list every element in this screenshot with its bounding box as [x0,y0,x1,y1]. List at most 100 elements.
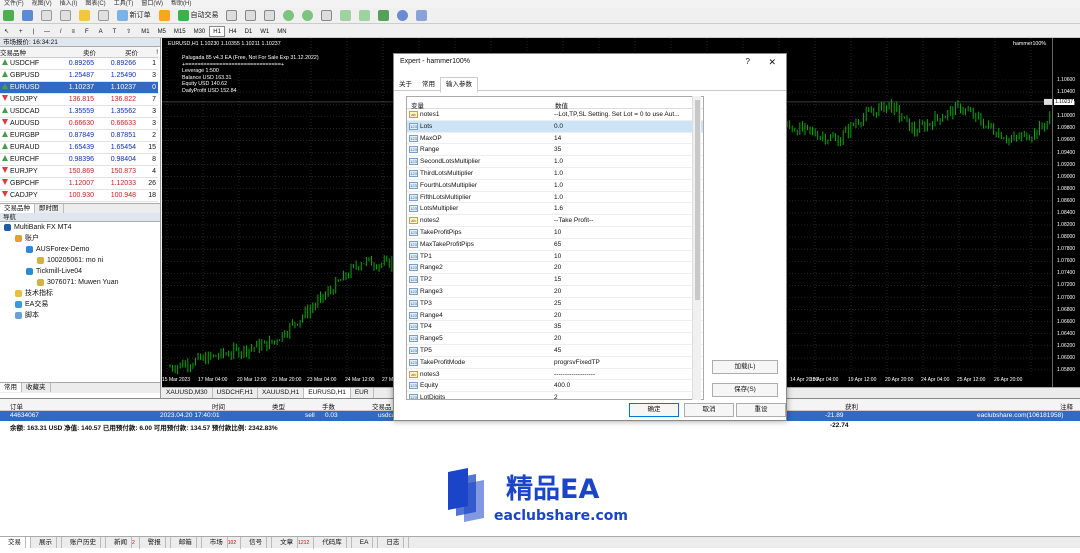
market-watch-toggle[interactable] [39,9,54,22]
parameter-row[interactable]: 123 LotsMultiplier 1.6 [407,203,703,216]
templates-button[interactable] [414,9,429,22]
col-spread[interactable]: ! [138,47,158,58]
parameter-value[interactable]: 10 [554,253,694,260]
parameter-row[interactable]: 123 Range3 20 [407,286,703,298]
symbol-row[interactable]: EURAUD 1.65439 1.65454 15 [0,141,158,154]
navigator-item[interactable]: 技术指标 [0,288,160,299]
parameter-value[interactable]: 1.0 [554,158,694,165]
terminal-tab[interactable]: 邮箱 [171,537,202,548]
parameter-row[interactable]: 123 Lots 0.0 [407,120,703,133]
tab-tick-chart[interactable]: 即时图 [35,204,64,213]
parameter-value[interactable]: 2 [554,394,694,399]
menu-item-4[interactable]: 工具(T) [110,1,138,8]
col-ask[interactable]: 买价 [96,47,138,58]
chart-tab[interactable]: EUR [351,388,374,398]
navigator-toggle[interactable] [77,9,92,22]
col-symbol[interactable]: 交易品种 [0,47,56,58]
menu-item-6[interactable]: 帮助(H) [167,1,195,8]
menu-item-3[interactable]: 图表(C) [81,1,109,8]
timeframe-m1[interactable]: M1 [137,26,153,37]
symbol-row[interactable]: EURUSD 1.10237 1.10237 0 [0,81,158,94]
parameters-scrollbar[interactable] [692,96,701,400]
symbol-row[interactable]: EURJPY 150.869 150.873 4 [0,165,158,178]
tile-button[interactable] [319,9,334,22]
line-chart-button[interactable] [262,9,277,22]
col-symbol[interactable]: 交易品 [372,401,392,411]
parameter-row[interactable]: 123 TP4 35 [407,321,703,334]
parameter-row[interactable]: 123 TP3 25 [407,298,703,310]
parameter-row[interactable]: 123 LotDigits 2 [407,392,703,399]
terminal-tab[interactable]: 交易 [0,537,31,548]
parameter-row[interactable]: 123 TP1 10 [407,251,703,263]
parameter-row[interactable]: 123 Range5 20 [407,333,703,345]
fibo-tool[interactable]: F [81,26,93,37]
chart-tab[interactable]: XAUUSD,M30 [162,388,213,398]
tab-about[interactable]: 关于 [394,78,417,92]
chart-tab[interactable]: XAUUSD,H1 [258,388,305,398]
parameter-value[interactable]: --Take Profit-- [554,217,694,224]
parameter-row[interactable]: 123 TakeProfitPips 10 [407,227,703,239]
symbol-row[interactable]: USDJPY 136.815 136.822 7 [0,93,158,106]
periods-button[interactable] [395,9,410,22]
timeframe-mn[interactable]: MN [273,26,290,37]
symbol-row[interactable]: EURCHF 0.98396 0.98404 8 [0,153,158,166]
menu-item-2[interactable]: 插入(I) [56,1,82,8]
parameter-row[interactable]: 123 SecondLotsMultiplier 1.0 [407,156,703,168]
parameter-row[interactable]: ab notes1 --Lot,TP,SL Setting. Set Lot = 0… [407,109,703,121]
symbol-row[interactable]: USDCHF 0.89265 0.89266 1 [0,57,158,70]
parameter-row[interactable]: 123 FifthLotsMultiplier 1.0 [407,192,703,204]
parameter-value[interactable]: 35 [554,323,694,330]
navigator-item[interactable]: AUSForex-Demo [0,244,160,255]
parameter-row[interactable]: 123 MaxTakeProfitPips 65 [407,239,703,251]
parameter-value[interactable]: 10 [554,229,694,236]
new-chart-button[interactable] [1,9,16,22]
parameter-value[interactable]: 20 [554,335,694,342]
arrow-tool[interactable]: ⇧ [122,26,135,37]
parameter-value[interactable]: --Lot,TP,SL Setting. Set Lot = 0 to use … [554,111,694,118]
timeframe-h4[interactable]: H4 [225,26,241,37]
profiles-button[interactable] [20,9,35,22]
parameter-value[interactable]: 65 [554,241,694,248]
indicators-button[interactable] [376,9,391,22]
cancel-button[interactable]: 取消 [684,403,734,417]
parameter-value[interactable]: 20 [554,312,694,319]
parameter-row[interactable]: ab notes3 ------------------- [407,369,703,381]
channel-tool[interactable]: ≡ [68,26,80,37]
chart-tab[interactable]: EURUSD,H1 [304,388,351,398]
parameter-value[interactable]: 15 [554,276,694,283]
cursor-tool[interactable]: ↖ [0,26,13,37]
terminal-tab[interactable]: 日志 [378,537,410,548]
label-tool[interactable]: T [109,26,121,37]
parameter-value[interactable]: 0.0 [554,123,694,130]
data-window-toggle[interactable] [58,9,73,22]
symbol-row[interactable]: CADJPY 100.930 100.948 18 [0,189,158,202]
parameter-value[interactable]: 14 [554,135,694,142]
terminal-tab[interactable]: 展示 [31,537,62,548]
terminal-tab[interactable]: EA [352,537,379,548]
symbol-row[interactable]: USDCAD 1.35559 1.35562 3 [0,105,158,118]
col-type[interactable]: 类型 [272,401,285,411]
parameter-row[interactable]: 123 Range2 20 [407,262,703,275]
terminal-tab[interactable]: 文章 1212 [272,537,315,549]
parameter-value[interactable]: 1.0 [554,194,694,201]
timeframe-m5[interactable]: M5 [154,26,170,37]
parameter-row[interactable]: 123 Range4 20 [407,310,703,322]
col-bid[interactable]: 卖价 [56,47,96,58]
help-button[interactable]: ? [746,54,750,70]
parameter-value[interactable]: 35 [554,146,694,153]
terminal-tab[interactable]: 新闻 2 [106,537,140,549]
menu-item-5[interactable]: 窗口(W) [137,1,167,8]
parameter-row[interactable]: 123 ThirdLotsMultiplier 1.0 [407,168,703,180]
tab-common[interactable]: 常用 [417,78,440,92]
col-comment[interactable]: 注释 [1060,401,1073,411]
parameter-value[interactable]: 1.0 [554,182,694,189]
new-order-button[interactable]: 新订单 [115,9,153,22]
metaeditor-button[interactable] [157,9,172,22]
navigator-item[interactable]: 100205061: mo ni [0,255,160,266]
terminal-tab[interactable]: 信号 [241,537,273,548]
navigator-item[interactable]: 脚本 [0,310,160,321]
parameter-row[interactable]: ab notes2 --Take Profit-- [407,215,703,227]
timeframe-m15[interactable]: M15 [170,26,190,37]
symbol-row[interactable]: AUDUSD 0.66630 0.66633 3 [0,117,158,130]
parameter-value[interactable]: 25 [554,300,694,307]
